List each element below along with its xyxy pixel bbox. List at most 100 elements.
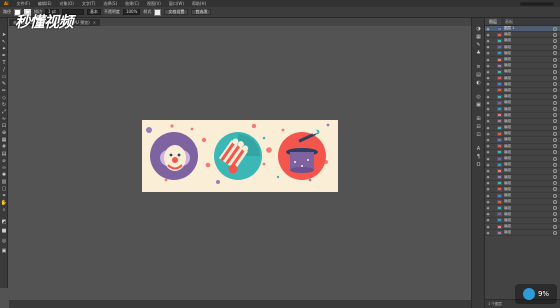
visibility-eye-icon[interactable]: ◉ <box>485 225 491 229</box>
target-circle-icon[interactable] <box>553 26 557 31</box>
appearance-panel-icon[interactable]: ◎ <box>475 94 482 100</box>
visibility-eye-icon[interactable]: ◉ <box>485 45 491 49</box>
stroke-panel-icon[interactable]: ≡ <box>475 64 482 70</box>
fill-stroke-icon[interactable]: ◩ <box>1 219 7 225</box>
target-circle-icon[interactable] <box>553 45 557 50</box>
target-circle-icon[interactable] <box>553 230 557 235</box>
layer-name[interactable]: 编组 <box>504 144 553 149</box>
gradient-panel-icon[interactable]: ▤ <box>475 72 482 78</box>
layer-name[interactable]: 编组 <box>504 199 553 204</box>
target-circle-icon[interactable] <box>553 113 557 118</box>
visibility-eye-icon[interactable]: ◉ <box>485 163 491 167</box>
visibility-eye-icon[interactable]: ◉ <box>485 150 491 154</box>
artboard[interactable] <box>142 120 338 192</box>
layer-name[interactable]: 编组 <box>504 107 553 112</box>
type-tool-icon[interactable]: T <box>1 60 7 66</box>
clown-icon[interactable] <box>150 132 198 180</box>
visibility-eye-icon[interactable]: ◉ <box>485 132 491 136</box>
paragraph-panel-icon[interactable]: ¶ <box>475 154 482 160</box>
visibility-eye-icon[interactable]: ◉ <box>485 88 491 92</box>
target-circle-icon[interactable] <box>553 32 557 37</box>
layer-name[interactable]: 图层 1 <box>504 26 553 31</box>
layer-name[interactable]: 编组 <box>504 230 553 235</box>
target-circle-icon[interactable] <box>553 100 557 105</box>
line-tool-icon[interactable]: / <box>1 67 7 73</box>
target-circle-icon[interactable] <box>553 212 557 217</box>
visibility-eye-icon[interactable]: ◉ <box>485 200 491 204</box>
blend-tool-icon[interactable]: ∞ <box>1 165 7 171</box>
target-circle-icon[interactable] <box>553 199 557 204</box>
visibility-eye-icon[interactable]: ◉ <box>485 157 491 161</box>
menu-item-type[interactable]: 文字(T) <box>78 0 100 7</box>
menu-item-file[interactable]: 文件(F) <box>12 0 33 7</box>
menu-item-window[interactable]: 窗口(W) <box>165 0 188 7</box>
visibility-eye-icon[interactable]: ◉ <box>485 126 491 130</box>
mesh-tool-icon[interactable]: # <box>1 144 7 150</box>
brushes-panel-icon[interactable]: ✎ <box>475 42 482 48</box>
align-panel-icon[interactable]: ⊞ <box>475 116 482 122</box>
document-setup-button[interactable]: 文档设置 <box>164 9 189 15</box>
screen-mode-icon[interactable]: ▣ <box>1 248 7 254</box>
visibility-eye-icon[interactable]: ◉ <box>485 119 491 123</box>
target-circle-icon[interactable] <box>553 144 557 149</box>
visibility-eye-icon[interactable]: ◉ <box>485 181 491 185</box>
visibility-eye-icon[interactable]: ◉ <box>485 82 491 86</box>
layer-name[interactable]: 编组 <box>504 187 553 192</box>
layer-name[interactable]: 编组 <box>504 224 553 229</box>
popcorn-icon[interactable] <box>214 132 262 180</box>
magic-wand-tool-icon[interactable]: ✦ <box>1 46 7 52</box>
layer-name[interactable]: 编组 <box>504 119 553 124</box>
layer-name[interactable]: 编组 <box>504 150 553 155</box>
visibility-eye-icon[interactable]: ◉ <box>485 187 491 191</box>
menu-item-edit[interactable]: 编辑(E) <box>34 0 56 7</box>
target-circle-icon[interactable] <box>553 137 557 142</box>
layer-name[interactable]: 编组 <box>504 193 553 198</box>
menu-item-help[interactable]: 帮助(H) <box>188 0 210 7</box>
layer-row[interactable]: ◉ 编组 <box>485 230 560 237</box>
width-tool-icon[interactable]: ≈ <box>1 116 7 122</box>
color-panel-icon[interactable]: ◑ <box>475 26 482 32</box>
menu-item[interactable]: Ai <box>0 0 12 7</box>
layer-name[interactable]: 编组 <box>504 94 553 99</box>
target-circle-icon[interactable] <box>553 51 557 56</box>
gradient-tool-icon[interactable]: ▤ <box>1 151 7 157</box>
visibility-eye-icon[interactable]: ◉ <box>485 194 491 198</box>
target-circle-icon[interactable] <box>553 206 557 211</box>
symbols-panel-icon[interactable]: ♣ <box>475 50 482 56</box>
graph-tool-icon[interactable]: ▥ <box>1 179 7 185</box>
pen-tool-icon[interactable]: ✒ <box>1 53 7 59</box>
close-icon[interactable]: × <box>93 19 96 26</box>
visibility-eye-icon[interactable]: ◉ <box>485 138 491 142</box>
layer-name[interactable]: 编组 <box>504 63 553 68</box>
layer-name[interactable]: 编组 <box>504 131 553 136</box>
layer-name[interactable]: 编组 <box>504 218 553 223</box>
swatches-panel-icon[interactable]: ▦ <box>475 34 482 40</box>
target-circle-icon[interactable] <box>553 107 557 112</box>
graphic-styles-panel-icon[interactable]: ▣ <box>475 102 482 108</box>
layer-name[interactable]: 编组 <box>504 206 553 211</box>
target-circle-icon[interactable] <box>553 187 557 192</box>
visibility-eye-icon[interactable]: ◉ <box>485 218 491 222</box>
target-circle-icon[interactable] <box>553 94 557 99</box>
visibility-eye-icon[interactable]: ◉ <box>485 212 491 216</box>
visibility-eye-icon[interactable]: ◉ <box>485 39 491 43</box>
visibility-eye-icon[interactable]: ◉ <box>485 101 491 105</box>
target-circle-icon[interactable] <box>553 76 557 81</box>
target-circle-icon[interactable] <box>553 38 557 43</box>
perspective-grid-tool-icon[interactable]: ▦ <box>1 137 7 143</box>
visibility-eye-icon[interactable]: ◉ <box>485 64 491 68</box>
style-swatch[interactable] <box>154 8 162 16</box>
draw-mode-icon[interactable]: ◎ <box>1 238 7 244</box>
symbol-sprayer-tool-icon[interactable]: ✺ <box>1 172 7 178</box>
layer-name[interactable]: 编组 <box>504 32 553 37</box>
layer-name[interactable]: 编组 <box>504 69 553 74</box>
layer-name[interactable]: 编组 <box>504 137 553 142</box>
tab-artboards[interactable]: 画板 <box>501 18 517 25</box>
visibility-eye-icon[interactable]: ◉ <box>485 113 491 117</box>
layer-name[interactable]: 编组 <box>504 156 553 161</box>
target-circle-icon[interactable] <box>553 156 557 161</box>
selection-tool-icon[interactable]: ➤ <box>1 32 7 38</box>
visibility-eye-icon[interactable]: ◉ <box>485 169 491 173</box>
layer-name[interactable]: 编组 <box>504 175 553 180</box>
transform-panel-icon[interactable]: ⊡ <box>475 132 482 138</box>
